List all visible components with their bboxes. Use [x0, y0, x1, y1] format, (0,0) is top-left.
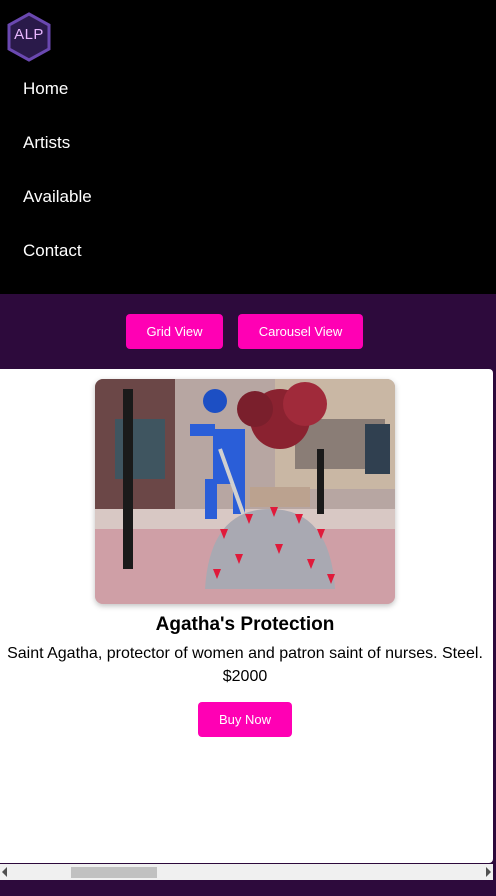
- scroll-left-arrow-icon[interactable]: [2, 867, 7, 877]
- grid-view-button[interactable]: Grid View: [126, 314, 223, 349]
- carousel-view-button[interactable]: Carousel View: [238, 314, 363, 349]
- nav-link-artists[interactable]: Artists: [23, 133, 70, 153]
- alp-logo[interactable]: ALP: [6, 12, 52, 62]
- sculpture-photo: [95, 379, 395, 604]
- nav-link-available[interactable]: Available: [23, 187, 92, 207]
- artwork-title: Agatha's Protection: [155, 614, 335, 635]
- horizontal-scrollbar[interactable]: [0, 864, 493, 880]
- nav-link-home[interactable]: Home: [23, 79, 68, 99]
- nav-link-contact[interactable]: Contact: [23, 241, 82, 261]
- scroll-right-arrow-icon[interactable]: [486, 867, 491, 877]
- scrollbar-thumb[interactable]: [71, 867, 157, 878]
- artwork-card: Agatha's Protection Saint Agatha, protec…: [0, 369, 493, 863]
- artwork-image: [95, 379, 395, 604]
- artwork-description: Saint Agatha, protector of women and pat…: [7, 645, 483, 662]
- buy-now-button[interactable]: Buy Now: [198, 702, 292, 737]
- logo-text: ALP: [14, 26, 44, 43]
- top-navigation: ALP Home Artists Available Contact: [0, 0, 496, 294]
- artwork-price: $2000: [222, 668, 268, 685]
